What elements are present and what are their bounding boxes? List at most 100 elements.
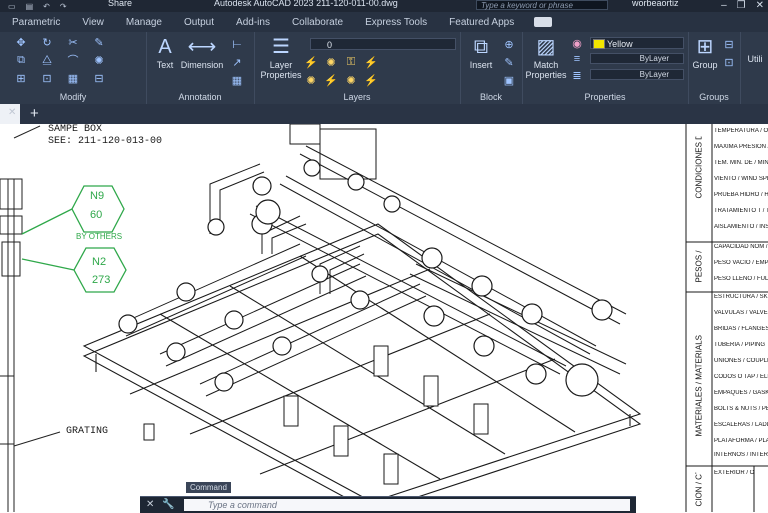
command-label: Command: [186, 482, 231, 493]
layer-stack-icon: ☰: [272, 36, 290, 58]
annotation-panel-title[interactable]: Annotation: [146, 92, 254, 102]
tab-collaborate[interactable]: Collaborate: [292, 17, 343, 28]
layer-properties-button[interactable]: ☰ Layer Properties: [258, 36, 304, 80]
document-tab[interactable]: ✕: [0, 104, 20, 124]
spec-row: PRUEBA HIDRO / HYDRAULIC TEST: [714, 192, 768, 198]
layer-unisolate-icon[interactable]: ⚡: [324, 74, 338, 87]
redo-icon[interactable]: ↷: [60, 2, 67, 11]
layer-lock-icon[interactable]: ⚿: [344, 56, 358, 68]
rotate-icon[interactable]: ↻: [40, 36, 54, 49]
group-button[interactable]: ⊞ Group: [690, 36, 720, 70]
insert-button[interactable]: ⧉ Insert: [464, 36, 498, 70]
close-command-icon[interactable]: ✕: [146, 499, 154, 510]
groups-panel-title[interactable]: Groups: [688, 92, 740, 102]
create-block-icon[interactable]: ⊕: [502, 38, 516, 51]
layer-dropdown[interactable]: 0: [310, 38, 456, 50]
copy-icon[interactable]: ⧉: [14, 54, 28, 66]
color-wheel-icon[interactable]: ◉: [570, 37, 584, 50]
group-icon: ⊞: [696, 36, 714, 58]
command-line-controls: ✕ 🔧: [146, 499, 175, 510]
dimension-button[interactable]: ⟷ Dimension: [180, 36, 224, 70]
restore-icon[interactable]: ❐: [737, 0, 746, 11]
explode-icon[interactable]: ✺: [92, 54, 106, 67]
layer-off-icon[interactable]: ✺: [304, 74, 318, 87]
match-properties-button[interactable]: ▨ Match Properties: [524, 36, 568, 80]
document-tab-bar: ✕ +: [0, 104, 768, 124]
quick-access-toolbar: ▭ ▤ ↶ ↷: [8, 0, 67, 12]
user-account[interactable]: worbeaortiz: [632, 0, 679, 8]
new-tab-icon[interactable]: +: [30, 105, 39, 122]
tab-manage[interactable]: Manage: [126, 17, 162, 28]
array-icon[interactable]: ▦: [66, 72, 80, 85]
fillet-icon[interactable]: ⌒: [66, 54, 80, 67]
command-input[interactable]: Type a command: [184, 499, 630, 511]
trim-icon[interactable]: ✂: [66, 36, 80, 49]
block-attrib-icon[interactable]: ▣: [502, 74, 516, 87]
spec-row: MAXIMA PRESION / MAWP HOT &: [714, 144, 768, 150]
window-title: Autodesk AutoCAD 2023 211-120-011-00.dwg: [214, 0, 398, 8]
offset-icon[interactable]: ⊟: [92, 72, 106, 85]
ungroup-icon[interactable]: ⊟: [722, 38, 736, 51]
close-window-icon[interactable]: ✕: [756, 0, 764, 11]
linetype-dropdown[interactable]: ByLayer: [590, 53, 684, 64]
block-panel-title[interactable]: Block: [460, 92, 522, 102]
mirror-icon[interactable]: ⧋: [40, 54, 54, 66]
grating-label: GRATING: [66, 426, 109, 437]
lineweight-value: ByLayer: [639, 70, 669, 79]
tag-n9-size: 60: [90, 209, 103, 221]
share-button[interactable]: Share: [108, 0, 132, 8]
save-icon[interactable]: ▤: [26, 2, 34, 11]
layers-panel-title[interactable]: Layers: [254, 92, 460, 102]
spec-row: TRATAMIENTO T / THERMAL TREAT: [714, 208, 768, 214]
stretch-icon[interactable]: ⊞: [14, 72, 28, 85]
tab-parametric[interactable]: Parametric: [12, 17, 60, 28]
lineweight-dropdown[interactable]: ByLayer: [590, 69, 684, 80]
layer-iso-icon[interactable]: ⚡: [304, 56, 318, 69]
new-icon[interactable]: ▭: [8, 2, 16, 11]
tab-output[interactable]: Output: [184, 17, 214, 28]
layer-merge-icon[interactable]: ⚡: [364, 74, 378, 87]
layer-walk-icon[interactable]: ✺: [344, 74, 358, 87]
spec-row: VIENTO / WIND SPEED: [714, 176, 768, 182]
section-header: CIÓN / CTION: [695, 473, 703, 507]
spec-row: BOLTS & NUTS / PERNOS: [714, 406, 768, 412]
group-edit-icon[interactable]: ⊡: [722, 56, 736, 69]
linear-dim-icon[interactable]: ⊢: [230, 38, 244, 51]
groups-panel: ⊞ Group ⊟ ⊡ Groups: [688, 32, 741, 104]
ribbon-toggle-button[interactable]: [534, 17, 553, 27]
lineweight-icon[interactable]: ≣: [570, 69, 584, 82]
leader-icon[interactable]: ↗: [230, 56, 244, 69]
search-input[interactable]: Type a keyword or phrase: [476, 0, 608, 10]
tab-express-tools[interactable]: Express Tools: [365, 17, 427, 28]
sample-box-reference: SEE: 211-120-013-00: [48, 136, 163, 147]
design-conditions-header: CONDICIONES DE DISEÑO / DESING CONDITION…: [696, 137, 703, 199]
drawing-canvas[interactable]: SAMPE BOX SEE: 211-120-013-00 N9 60 BY O…: [0, 124, 768, 512]
utilities-button[interactable]: Utili: [742, 54, 768, 64]
close-tab-icon[interactable]: ✕: [8, 107, 16, 118]
table-icon[interactable]: ▦: [230, 74, 244, 87]
color-dropdown[interactable]: Yellow: [590, 37, 684, 49]
tag-n2-label: N2: [92, 256, 107, 268]
scale-icon[interactable]: ⊡: [40, 72, 54, 85]
dimension-icon: ⟷: [187, 36, 217, 58]
undo-icon[interactable]: ↶: [43, 2, 50, 11]
color-value: Yellow: [607, 39, 633, 49]
properties-panel-title[interactable]: Properties: [522, 92, 688, 102]
layer-freeze-icon[interactable]: ✺: [324, 56, 338, 69]
left-column-drawing: [0, 178, 61, 512]
move-icon[interactable]: ✥: [14, 36, 28, 49]
tab-view[interactable]: View: [82, 17, 104, 28]
modify-panel-title[interactable]: Modify: [0, 92, 146, 102]
tab-featured-apps[interactable]: Featured Apps: [449, 17, 514, 28]
tab-add-ins[interactable]: Add-ins: [236, 17, 270, 28]
text-button[interactable]: A Text: [152, 36, 178, 70]
linetype-icon[interactable]: ≡: [570, 53, 584, 65]
customize-wrench-icon[interactable]: 🔧: [162, 499, 174, 510]
erase-icon[interactable]: ✎: [92, 36, 106, 49]
edit-block-icon[interactable]: ✎: [502, 56, 516, 69]
layer-match-icon[interactable]: ⚡: [364, 56, 378, 69]
insert-label: Insert: [469, 60, 493, 70]
block-panel: ⧉ Insert ⊕ ✎ ▣ Block: [460, 32, 523, 104]
minimize-icon[interactable]: –: [721, 0, 727, 11]
text-icon: A: [158, 36, 172, 58]
